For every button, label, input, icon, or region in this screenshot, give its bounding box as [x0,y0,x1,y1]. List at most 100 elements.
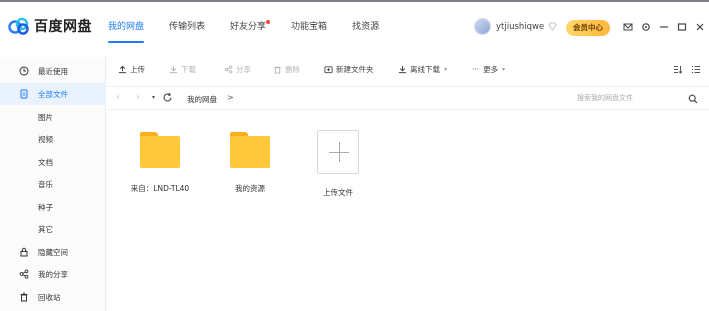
chevron-down-icon: ▾ [444,66,448,73]
file-name: 我的资源 [235,184,265,193]
sidebar-item-label: 其它 [38,224,53,234]
mail-icon[interactable] [622,21,634,33]
folder-icon [140,132,180,170]
minimize-icon[interactable] [658,21,670,33]
chevron-down-icon: ▾ [502,66,506,73]
window-controls [622,21,709,33]
sidebar-item-torrents[interactable]: 种子 [0,196,106,218]
file-name: 来自：LND-TL40 [130,184,190,193]
tab-friend-share[interactable]: 好友分享 [230,2,271,52]
list-view-icon[interactable] [690,64,702,74]
file-item-folder[interactable]: 我的资源 [215,127,285,194]
sidebar-item-label: 文档 [38,157,53,167]
history-dropdown-icon[interactable]: ▾ [152,94,155,101]
back-arrow-icon[interactable]: ‹ [116,92,120,103]
close-icon[interactable] [694,21,706,33]
address-bar: ‹ › ▾ 我的网盘 > 搜索我的网盘文件 [107,86,709,110]
toolbar: 上传 下载 分享 删除 新建文件夹 离线下载 ▾ ··· 更多 ▾ [107,57,709,83]
username[interactable]: ytjiushiqwe [496,22,544,32]
sidebar-item-label: 种子 [38,202,53,212]
plus-icon [317,130,359,174]
offline-download-label: 离线下载 [410,65,440,74]
sidebar-item-other[interactable]: 其它 [0,218,106,240]
more-dots-icon: ··· [472,65,480,74]
upload-file-tile[interactable]: 上传文件 [303,127,373,198]
file-item-folder[interactable]: 来自：LND-TL40 [125,127,195,194]
vip-center-button[interactable]: 会员中心 [566,20,610,36]
tab-label: 我的网盘 [108,22,145,32]
delete-button[interactable]: 删除 [273,64,300,75]
tab-label: 功能宝箱 [291,22,328,32]
main-nav: 我的网盘 传输列表 好友分享 功能宝箱 找资源 [108,2,404,52]
sidebar-item-label: 视频 [38,134,53,144]
delete-label: 删除 [285,65,300,74]
sidebar-item-label: 最近使用 [38,66,68,76]
user-area[interactable]: ytjiushiqwe [474,18,557,35]
download-button[interactable]: 下载 [169,64,196,75]
sidebar-item-label: 隐藏空间 [38,247,68,257]
sidebar-item-images[interactable]: 图片 [0,106,106,128]
sidebar-item-my-shares[interactable]: 我的分享 [0,263,106,285]
upload-icon [118,65,127,74]
folder-icon [230,132,270,170]
sidebar-item-label: 回收站 [38,292,61,302]
tab-label: 找资源 [352,22,380,32]
new-folder-icon [324,66,333,74]
upload-label: 上传 [130,65,145,74]
gear-icon[interactable] [640,21,652,33]
search-icon[interactable] [688,94,698,104]
tab-label: 传输列表 [169,22,206,32]
download-icon [169,65,178,74]
share-button[interactable]: 分享 [224,64,251,75]
sidebar-item-label: 图片 [38,112,53,122]
sidebar-item-hidden-space[interactable]: 隐藏空间 [0,241,106,263]
app-title: 百度网盘 [34,19,92,35]
sidebar-item-recycle-bin[interactable]: 回收站 [0,286,106,308]
notification-dot [266,20,271,24]
tab-my-drive[interactable]: 我的网盘 [108,2,145,52]
download-label: 下载 [181,65,196,74]
clock-icon [19,66,29,76]
sort-icon[interactable] [672,64,684,74]
file-name: 上传文件 [323,188,353,197]
offline-download-button[interactable]: 离线下载 ▾ [398,64,447,75]
breadcrumb[interactable]: 我的网盘 [187,94,217,105]
sidebar-item-label: 全部文件 [38,89,68,99]
file-icon [19,89,29,99]
sidebar-item-label: 我的分享 [38,269,68,279]
breadcrumb-separator: > [227,93,234,102]
trash-icon [274,66,281,74]
app-window: 百度网盘 我的网盘 传输列表 好友分享 功能宝箱 找资源 ytjiushiqwe… [0,0,709,311]
maximize-icon[interactable] [676,21,688,33]
lock-icon [19,247,29,257]
upload-button[interactable]: 上传 [118,64,145,75]
refresh-icon[interactable] [162,92,173,103]
tab-toolbox[interactable]: 功能宝箱 [291,2,327,52]
sidebar: 最近使用 全部文件 图片 视频 文档 音乐 种子 其它 隐藏空间 我的分享 回收… [0,57,106,311]
sidebar-item-recent[interactable]: 最近使用 [0,60,106,82]
top-bar: 百度网盘 我的网盘 传输列表 好友分享 功能宝箱 找资源 ytjiushiqwe… [0,2,709,52]
diamond-icon [548,22,557,31]
search-input[interactable]: 搜索我的网盘文件 [577,91,701,106]
trash-icon [19,292,29,302]
sidebar-item-documents[interactable]: 文档 [0,151,106,173]
sidebar-item-label: 音乐 [38,179,53,189]
share-label: 分享 [236,65,251,74]
tab-label: 好友分享 [230,22,267,32]
app-logo: 百度网盘 [8,16,92,36]
tab-transfer-list[interactable]: 传输列表 [169,2,205,52]
new-folder-button[interactable]: 新建文件夹 [324,64,374,75]
sidebar-item-music[interactable]: 音乐 [0,173,106,195]
more-button[interactable]: ··· 更多 ▾ [472,64,505,75]
share-icon [19,269,29,279]
avatar[interactable] [474,18,491,35]
baidu-cloud-logo-icon [8,17,29,35]
offline-download-icon [398,65,407,74]
new-folder-label: 新建文件夹 [336,65,374,74]
forward-arrow-icon[interactable]: › [136,92,140,103]
sidebar-item-videos[interactable]: 视频 [0,128,106,150]
tab-find-resources[interactable]: 找资源 [352,2,379,52]
sidebar-item-all-files[interactable]: 全部文件 [0,83,106,105]
more-label: 更多 [483,65,499,74]
view-toggle [672,64,708,74]
